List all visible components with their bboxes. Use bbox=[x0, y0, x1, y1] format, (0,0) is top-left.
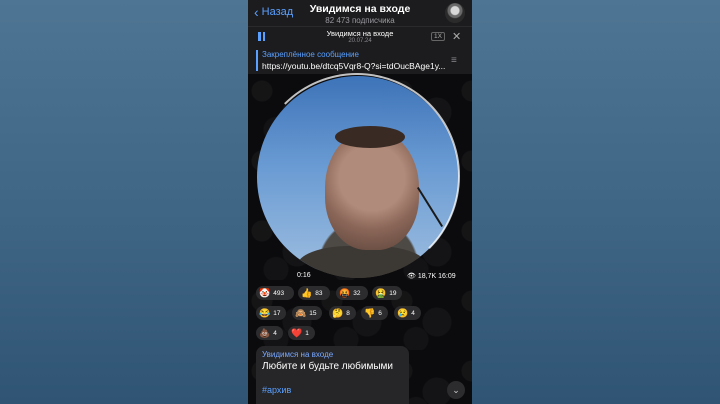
reaction-chip[interactable]: 🙈 15 bbox=[292, 306, 322, 320]
pinned-label: Закреплённое сообщение bbox=[262, 50, 359, 59]
playback-speed-button[interactable]: 1X bbox=[431, 32, 445, 41]
reaction-count: 6 bbox=[378, 309, 382, 317]
reaction-chip[interactable]: 👍 83 bbox=[298, 286, 330, 300]
reaction-count: 19 bbox=[389, 289, 397, 297]
reaction-count: 4 bbox=[273, 329, 277, 337]
scroll-down-button[interactable]: ⌄ bbox=[447, 381, 465, 399]
chevron-left-icon: ‹ bbox=[254, 4, 259, 20]
video-progress-ring bbox=[254, 73, 460, 279]
reaction-emoji: 😢 bbox=[397, 307, 409, 318]
message-author: Увидимся на входе bbox=[262, 350, 334, 359]
reaction-count: 4 bbox=[411, 309, 415, 317]
chevron-down-icon: ⌄ bbox=[452, 385, 460, 395]
player-track-info[interactable]: Увидимся на входе 20.07.24 bbox=[308, 29, 412, 44]
video-elapsed-time: 0:16 bbox=[297, 272, 311, 279]
reaction-emoji: 👎 bbox=[364, 307, 376, 318]
channel-avatar[interactable] bbox=[445, 3, 465, 23]
pinned-indicator bbox=[256, 50, 258, 71]
reaction-chip[interactable]: 🤡 493 bbox=[256, 286, 294, 300]
phone-screen: ‹ Назад Увидимся на входе 82 473 подписч… bbox=[248, 0, 472, 404]
reaction-chip[interactable]: 😢 4 bbox=[394, 306, 421, 320]
reaction-count: 8 bbox=[346, 309, 350, 317]
reaction-count: 493 bbox=[273, 289, 285, 297]
reaction-chip[interactable]: 👎 6 bbox=[361, 306, 388, 320]
reaction-emoji: 🤔 bbox=[332, 307, 344, 318]
player-track-date: 20.07.24 bbox=[348, 38, 372, 44]
reaction-chip[interactable]: 💩 4 bbox=[256, 326, 283, 340]
pinned-text: https://youtu.be/dtcq5Vqr8-Q?si=tdOucBAg… bbox=[262, 61, 446, 71]
reaction-emoji: 👍 bbox=[301, 287, 313, 298]
close-icon[interactable]: ✕ bbox=[452, 30, 461, 43]
subscriber-count: 82 473 подписчика bbox=[325, 16, 395, 25]
top-bar: ‹ Назад Увидимся на входе 82 473 подписч… bbox=[248, 0, 472, 26]
audio-player-bar: Увидимся на входе 20.07.24 1X ✕ bbox=[248, 26, 472, 47]
message-text: Любите и будьте любимыми bbox=[262, 361, 393, 372]
reaction-emoji: 🤮 bbox=[375, 287, 387, 298]
reaction-emoji: 💩 bbox=[259, 327, 271, 338]
reaction-count: 83 bbox=[315, 289, 323, 297]
video-meta: 👁 18,7K 16:09 bbox=[407, 272, 456, 280]
reaction-count: 1 bbox=[305, 329, 309, 337]
reaction-emoji: 🤡 bbox=[259, 287, 271, 298]
reaction-count: 15 bbox=[309, 309, 317, 317]
back-label: Назад bbox=[261, 6, 294, 18]
pinned-message-bar[interactable]: Закреплённое сообщение https://youtu.be/… bbox=[248, 47, 472, 74]
eye-icon: 👁 bbox=[407, 273, 416, 280]
back-button[interactable]: ‹ Назад bbox=[254, 4, 294, 20]
reaction-chip[interactable]: 😂 17 bbox=[256, 306, 286, 320]
player-track-title: Увидимся на входе bbox=[326, 29, 394, 38]
reaction-count: 17 bbox=[273, 309, 281, 317]
video-views-time: 18,7K 16:09 bbox=[417, 273, 456, 280]
message-bubble[interactable]: Увидимся на входе Любите и будьте любимы… bbox=[256, 346, 409, 404]
pause-icon[interactable] bbox=[258, 32, 265, 41]
reaction-chip[interactable]: 🤮 19 bbox=[372, 286, 402, 300]
reaction-count: 32 bbox=[353, 289, 361, 297]
reaction-emoji: 🤬 bbox=[339, 287, 351, 298]
channel-title-block[interactable]: Увидимся на входе 82 473 подписчика bbox=[304, 3, 416, 25]
reaction-chip[interactable]: 🤬 32 bbox=[336, 286, 368, 300]
message-hashtag[interactable]: #архив bbox=[262, 385, 291, 395]
reaction-emoji: ❤️ bbox=[291, 327, 303, 338]
reaction-emoji: 🙈 bbox=[295, 307, 307, 318]
reaction-chip[interactable]: ❤️ 1 bbox=[288, 326, 315, 340]
reaction-chip[interactable]: 🤔 8 bbox=[329, 306, 356, 320]
pinned-list-icon[interactable]: ≡ bbox=[451, 55, 457, 66]
reaction-emoji: 😂 bbox=[259, 307, 271, 318]
channel-title: Увидимся на входе bbox=[309, 3, 411, 15]
